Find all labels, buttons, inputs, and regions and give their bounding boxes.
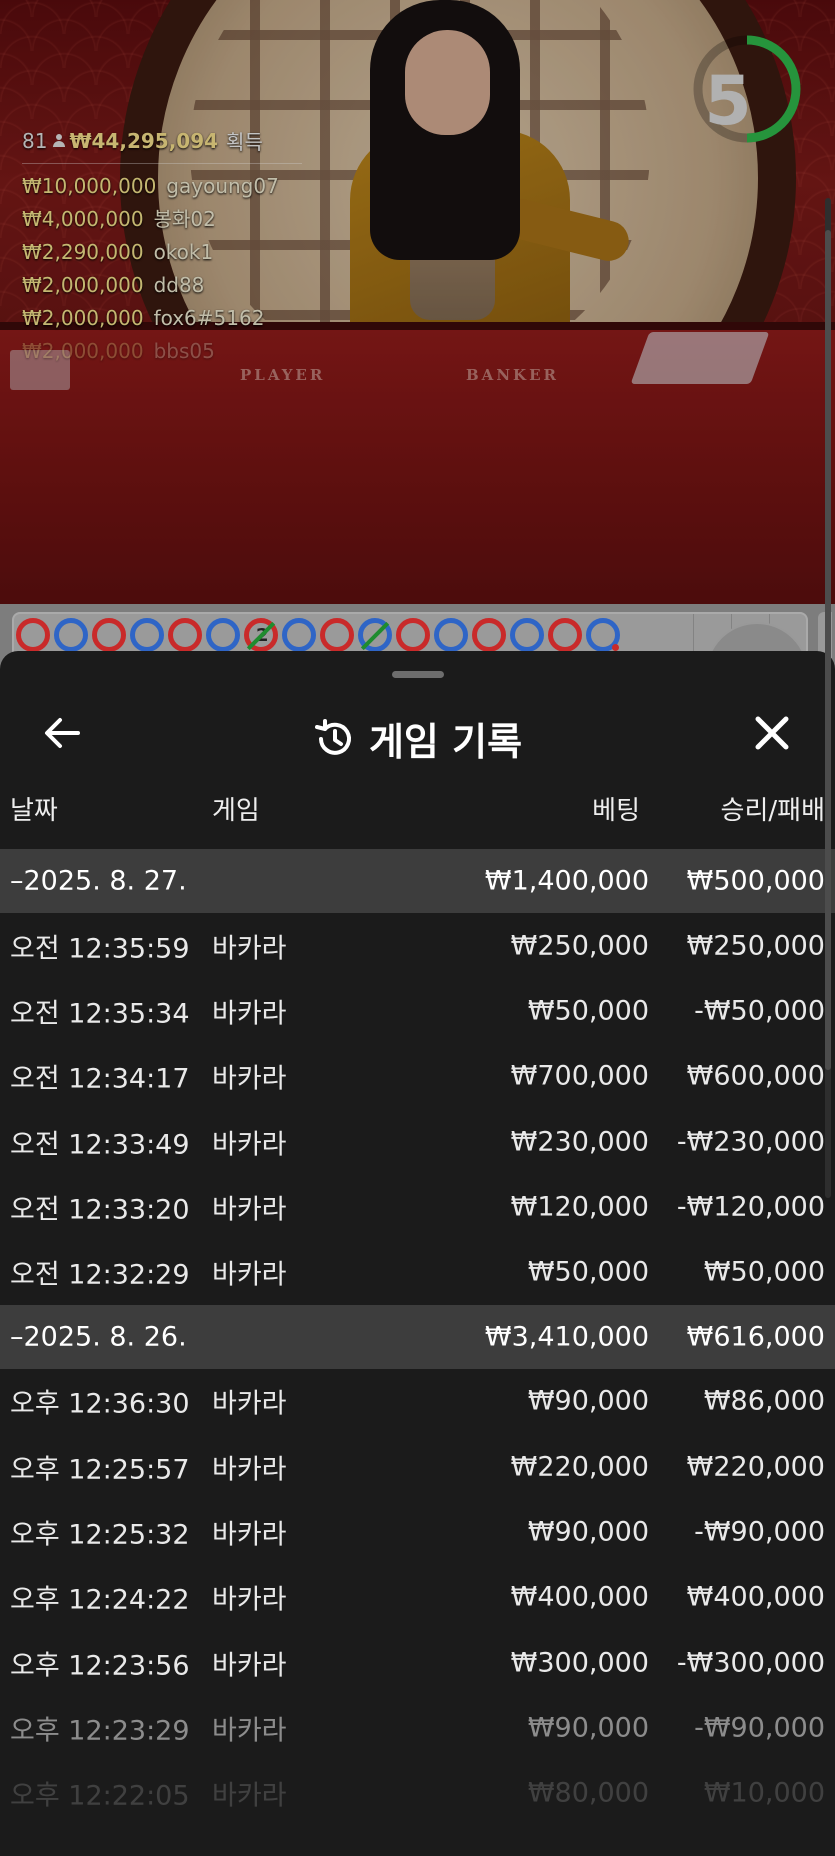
banker-result-circle	[320, 618, 354, 652]
date-group-header[interactable]: –2025. 8. 27. ₩1,400,000 ₩500,000	[0, 849, 835, 913]
tie-count: 2	[256, 625, 269, 646]
history-row[interactable]: 오후 12:25:57 바카라 ₩220,000 ₩220,000	[0, 1434, 835, 1499]
banker-result-circle	[472, 618, 506, 652]
player-result-circle	[434, 618, 468, 652]
player-result-circle	[510, 618, 544, 652]
history-row[interactable]: 오후 12:22:05 바카라 ₩80,000 ₩10,000	[0, 1761, 835, 1826]
banker-result-circle	[168, 618, 202, 652]
close-button[interactable]	[748, 709, 796, 757]
history-row[interactable]: 오전 12:34:17 바카라 ₩700,000 ₩600,000	[0, 1044, 835, 1109]
column-headers: 날짜 게임 베팅 승리/패배	[0, 786, 835, 832]
scrollbar-thumb[interactable]	[825, 230, 831, 1070]
pair-dot	[612, 644, 619, 651]
banker-result-circle	[92, 618, 126, 652]
banker-result-circle	[396, 618, 430, 652]
sheet-title: 게임 기록	[368, 720, 523, 764]
history-row[interactable]: 오후 12:23:29 바카라 ₩90,000 -₩90,000	[0, 1695, 835, 1760]
column-date: 날짜	[10, 796, 58, 826]
player-result-circle	[358, 618, 392, 652]
player-result-circle	[282, 618, 316, 652]
history-list[interactable]: –2025. 8. 27. ₩1,400,000 ₩500,000 오전 12:…	[0, 849, 835, 1826]
history-row[interactable]: 오후 12:23:56 바카라 ₩300,000 -₩300,000	[0, 1630, 835, 1695]
column-bet: 베팅	[592, 796, 640, 826]
history-clock-icon	[314, 718, 351, 755]
close-icon	[755, 716, 789, 750]
column-win-loss: 승리/패배	[720, 796, 825, 826]
history-row[interactable]: 오후 12:24:22 바카라 ₩400,000 ₩400,000	[0, 1565, 835, 1630]
history-row[interactable]: 오후 12:36:30 바카라 ₩90,000 ₩86,000	[0, 1369, 835, 1434]
history-row[interactable]: 오후 12:25:32 바카라 ₩90,000 -₩90,000	[0, 1499, 835, 1564]
sheet-drag-handle[interactable]	[392, 671, 444, 678]
banker-result-circle	[548, 618, 582, 652]
sheet-header: 게임 기록	[0, 691, 835, 775]
history-row[interactable]: 오전 12:35:59 바카라 ₩250,000 ₩250,000	[0, 913, 835, 978]
live-video: PLAYER BANKER 81 ₩44,295,094 획득 ₩10,000,…	[0, 0, 835, 604]
history-row[interactable]: 오전 12:33:49 바카라 ₩230,000 -₩230,000	[0, 1109, 835, 1174]
banker-result-circle	[16, 618, 50, 652]
column-game: 게임	[212, 796, 260, 826]
player-result-circle	[130, 618, 164, 652]
history-row[interactable]: 오전 12:33:20 바카라 ₩120,000 -₩120,000	[0, 1174, 835, 1239]
game-history-sheet: 게임 기록 날짜 게임 베팅 승리/패배 –2025. 8. 27. ₩1,40…	[0, 651, 835, 1856]
history-row[interactable]: 오전 12:35:34 바카라 ₩50,000 -₩50,000	[0, 978, 835, 1043]
banker-result-circle: 2	[244, 618, 278, 652]
date-group-header[interactable]: –2025. 8. 26. ₩3,410,000 ₩616,000	[0, 1304, 835, 1369]
player-result-circle	[206, 618, 240, 652]
player-result-circle	[586, 618, 620, 652]
history-row[interactable]: 오전 12:32:29 바카라 ₩50,000 ₩50,000	[0, 1239, 835, 1304]
player-result-circle	[54, 618, 88, 652]
